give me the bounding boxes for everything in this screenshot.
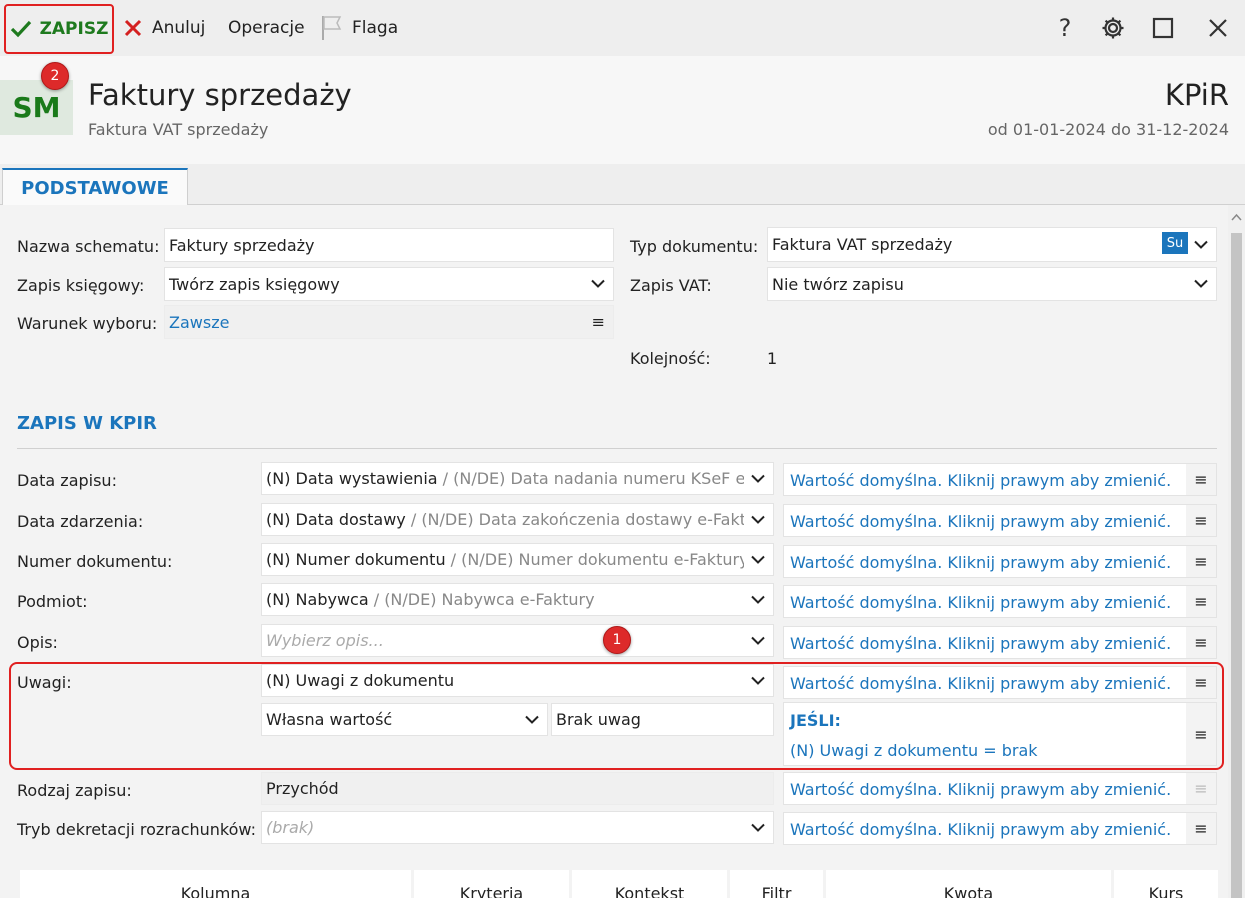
- row-label: Rodzaj zapisu:: [17, 781, 132, 800]
- rodzaj-zapisu-field: Przychód: [261, 772, 774, 805]
- warunek-label: Warunek wyboru:: [17, 314, 158, 333]
- nazwa-input[interactable]: Faktury sprzedaży: [164, 228, 614, 262]
- cancel-label: Anuluj: [152, 18, 206, 38]
- gear-icon[interactable]: [1095, 10, 1131, 46]
- data-zdarzenia-select[interactable]: (N) Data dostawy / (N/DE) Data zakończen…: [261, 503, 774, 536]
- tryb-dekretacji-select[interactable]: (brak): [261, 811, 774, 844]
- save-button[interactable]: ZAPISZ: [4, 4, 114, 54]
- cancel-button[interactable]: Anuluj: [124, 0, 205, 56]
- scrollbar-thumb[interactable]: [1231, 233, 1242, 898]
- row-label: Data zdarzenia:: [17, 512, 144, 531]
- checkmark-icon: [10, 20, 31, 38]
- section-divider: [17, 448, 1217, 449]
- chevron-down-icon: [1194, 279, 1208, 288]
- typ-dokumentu-label: Typ dokumentu:: [630, 237, 759, 256]
- warunek-field[interactable]: Zawsze ≡: [164, 305, 614, 339]
- zapis-vat-select[interactable]: Nie twórz zapisu: [767, 267, 1217, 301]
- row-label: Numer dokumentu:: [17, 552, 173, 571]
- default-value-box[interactable]: Wartość domyślna. Kliknij prawym aby zmi…: [783, 463, 1217, 496]
- typ-dokumentu-select[interactable]: Faktura VAT sprzedaży Su: [767, 227, 1217, 262]
- scroll-up-icon[interactable]: [1231, 211, 1242, 225]
- chevron-down-icon: [751, 636, 765, 645]
- row-label: Tryb dekretacji rozrachunków:: [17, 820, 256, 839]
- default-value-box[interactable]: Wartość domyślna. Kliknij prawym aby zmi…: [783, 626, 1217, 659]
- chevron-down-icon: [751, 823, 765, 832]
- flag-label: Flaga: [352, 18, 399, 38]
- default-value-box[interactable]: Wartość domyślna. Kliknij prawym aby zmi…: [783, 545, 1217, 578]
- page-title: Faktury sprzedaży: [88, 78, 352, 112]
- row-label: Data zapisu:: [17, 471, 117, 490]
- chevron-down-icon: [751, 474, 765, 483]
- default-value-box[interactable]: Wartość domyślna. Kliknij prawym aby zmi…: [783, 504, 1217, 537]
- step-badge-2: 2: [41, 62, 69, 90]
- chevron-down-icon: [751, 595, 765, 604]
- menu-icon[interactable]: ≡: [1186, 546, 1216, 577]
- column-header-kryteria[interactable]: Kryteria: [414, 870, 569, 898]
- toolbar: ZAPISZ Anuluj Operacje Flaga ?: [0, 0, 1245, 56]
- menu-icon[interactable]: ≡: [1186, 464, 1216, 495]
- zapis-ksiegowy-select[interactable]: Twórz zapis księgowy: [164, 267, 614, 301]
- operations-menu-button[interactable]: Operacje: [228, 0, 305, 56]
- default-value-box[interactable]: Wartość domyślna. Kliknij prawym aby zmi…: [783, 772, 1217, 805]
- column-header-kontekst[interactable]: Kontekst: [572, 870, 727, 898]
- opis-select[interactable]: Wybierz opis...: [261, 624, 774, 657]
- chevron-down-icon: [751, 515, 765, 524]
- module-logo: SM: [0, 80, 73, 135]
- page-subtitle: Faktura VAT sprzedaży: [88, 120, 269, 139]
- menu-icon[interactable]: ≡: [1186, 505, 1216, 536]
- chevron-down-icon: [751, 555, 765, 564]
- help-icon[interactable]: ?: [1047, 10, 1083, 46]
- column-header-kwota[interactable]: Kwota: [826, 870, 1111, 898]
- tab-podstawowe[interactable]: PODSTAWOWE: [2, 168, 188, 206]
- menu-icon[interactable]: ≡: [592, 313, 605, 332]
- column-header-filtr[interactable]: Filtr: [730, 870, 823, 898]
- default-value-box[interactable]: Wartość domyślna. Kliknij prawym aby zmi…: [783, 585, 1217, 618]
- highlight-frame: [9, 662, 1224, 770]
- podmiot-select[interactable]: (N) Nabywca / (N/DE) Nabywca e-Faktury: [261, 583, 774, 616]
- chevron-down-icon: [1194, 240, 1208, 249]
- menu-icon[interactable]: ≡: [1186, 627, 1216, 658]
- vertical-scrollbar[interactable]: [1228, 205, 1245, 898]
- kolejnosc-label: Kolejność:: [630, 349, 711, 368]
- zapis-vat-label: Zapis VAT:: [630, 276, 712, 295]
- su-badge: Su: [1162, 232, 1188, 254]
- numer-dokumentu-select[interactable]: (N) Numer dokumentu / (N/DE) Numer dokum…: [261, 543, 774, 576]
- column-header-kurs[interactable]: Kurs: [1114, 870, 1218, 898]
- default-value-box[interactable]: Wartość domyślna. Kliknij prawym aby zmi…: [783, 812, 1217, 845]
- period-range: od 01-01-2024 do 31-12-2024: [987, 120, 1229, 139]
- flag-icon: [322, 16, 342, 40]
- tab-bar: PODSTAWOWE: [0, 164, 1245, 206]
- nazwa-label: Nazwa schematu:: [17, 237, 160, 256]
- step-badge-1: 1: [603, 626, 631, 654]
- flag-button[interactable]: Flaga: [320, 0, 398, 56]
- menu-icon: ≡: [1186, 773, 1216, 804]
- save-label: ZAPISZ: [39, 19, 109, 39]
- document-header: SM Faktury sprzedaży Faktura VAT sprzeda…: [0, 56, 1245, 164]
- row-label: Podmiot:: [17, 592, 88, 611]
- close-x-icon: [124, 19, 142, 37]
- form-content: Nazwa schematu: Faktury sprzedaży Zapis …: [0, 205, 1228, 898]
- maximize-icon[interactable]: [1145, 10, 1181, 46]
- menu-icon[interactable]: ≡: [1186, 813, 1216, 844]
- section-title: ZAPIS W KPIR: [17, 413, 157, 434]
- kolejnosc-value: 1: [767, 349, 778, 368]
- menu-icon[interactable]: ≡: [1186, 586, 1216, 617]
- ledger-type: KPiR: [1164, 78, 1229, 112]
- row-label: Opis:: [17, 633, 58, 652]
- close-window-icon[interactable]: [1200, 10, 1236, 46]
- data-zapisu-select[interactable]: (N) Data wystawienia / (N/DE) Data nadan…: [261, 462, 774, 495]
- operations-label: Operacje: [228, 18, 305, 38]
- column-header-kolumna[interactable]: Kolumna: [20, 870, 411, 898]
- zapis-ksiegowy-label: Zapis księgowy:: [17, 276, 145, 295]
- chevron-down-icon: [591, 279, 605, 288]
